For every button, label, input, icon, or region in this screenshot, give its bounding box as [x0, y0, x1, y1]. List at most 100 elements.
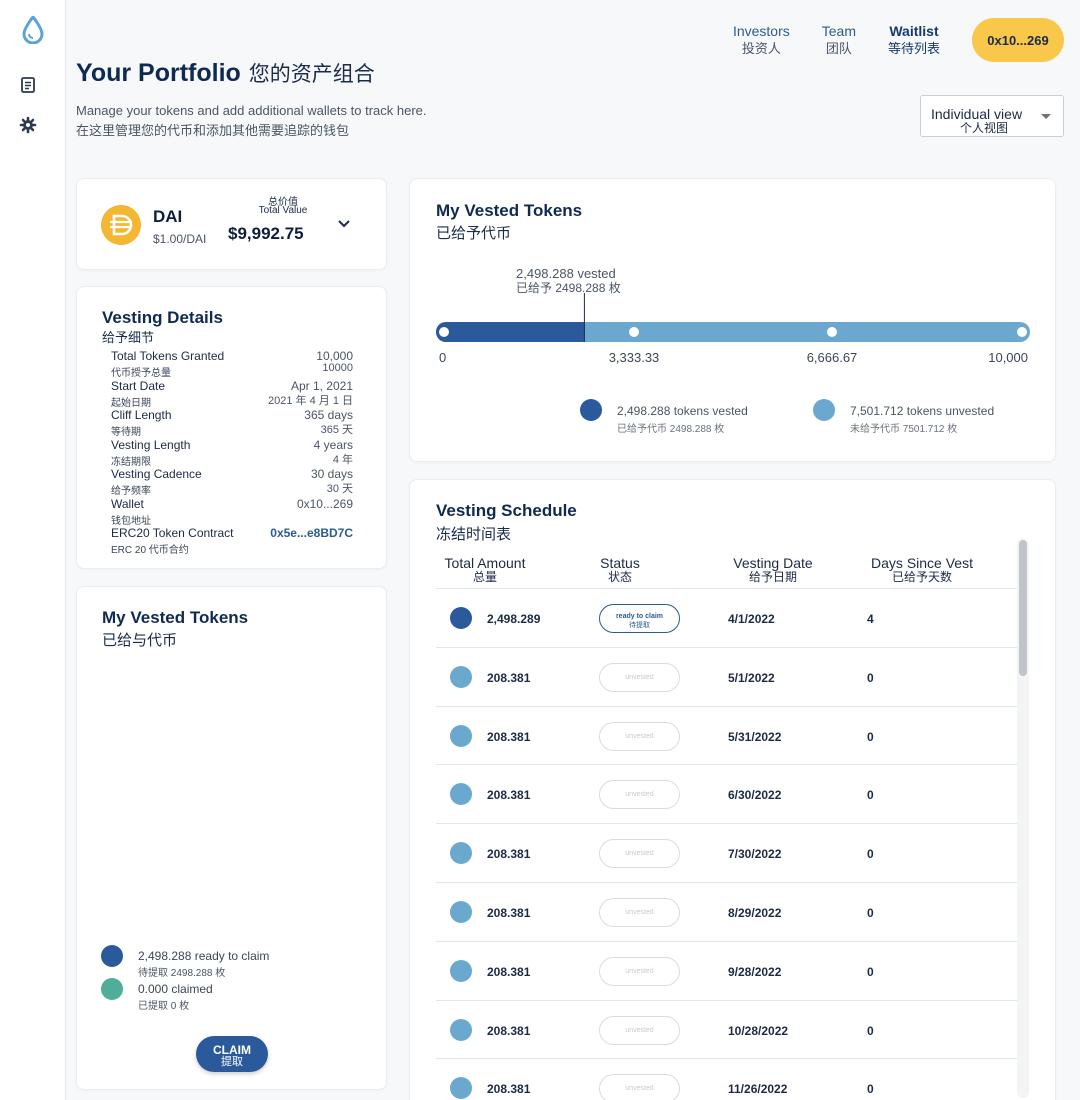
legend-unvested-text: 7,501.712 tokens unvested: [850, 404, 995, 418]
vesting-progress-chart: 0 3,333.33 6,666.67 10,000: [436, 293, 1030, 421]
header-days-since-vest: Days Since Vest 已给予天数: [864, 556, 980, 584]
tick-dot: [1017, 327, 1027, 337]
nav-investors-label: Investors: [732, 23, 790, 39]
status-badge: unvested: [599, 956, 680, 986]
table-body: 2,498.289 ready to claim 待提取 4/1/2022 4 208.3…: [436, 589, 1017, 1100]
ready-to-claim-text-zh: 待提取 2498.288 枚: [138, 968, 226, 979]
claim-button-label-zh: 提取: [221, 1056, 243, 1068]
document-icon[interactable]: [19, 76, 37, 94]
ready-legend-dot: [101, 945, 123, 967]
header-days-since-vest-zh: 已给予天数: [891, 570, 952, 584]
nav-waitlist[interactable]: Waitlist 等待列表: [888, 23, 940, 57]
row-vesting-date: 7/30/2022: [728, 847, 782, 862]
header-vesting-date-en: Vesting Date: [733, 555, 813, 571]
page-title-zh: 您的资产组合: [248, 63, 375, 86]
table-row: 208.381 unvested 9/28/2022 0: [436, 942, 1017, 1001]
row-days-since-vest: 0: [867, 964, 874, 979]
ready-to-claim-text: 2,498.288 ready to claim: [138, 949, 270, 963]
detail-row: Vesting Cadence 给予频率 30 days 30 天: [111, 467, 353, 497]
row-vesting-date: 11/26/2022: [728, 1082, 788, 1097]
detail-label-zh: 钱包地址: [111, 515, 151, 527]
legend-unvested-text-zh: 未给予代币 7501.712 枚: [850, 424, 958, 435]
row-days-since-vest: 0: [867, 729, 874, 744]
claimed-text-zh: 已提取 0 枚: [138, 1001, 190, 1012]
table-row: 208.381 unvested 10/28/2022 0: [436, 1001, 1017, 1060]
page-subtitle-zh: 在这里管理您的代币和添加其他需要追踪的钱包: [76, 123, 350, 138]
view-select[interactable]: Individual view 个人视图: [920, 95, 1064, 137]
chevron-down-icon[interactable]: [337, 219, 351, 229]
row-days-since-vest: 0: [867, 905, 874, 920]
detail-value[interactable]: 0x5e...e8BD7C: [270, 526, 353, 540]
detail-value: 30 days: [310, 467, 353, 481]
vesting-schedule-title-zh: 冻结时间表: [436, 526, 512, 543]
row-days-since-vest: 0: [867, 788, 874, 803]
row-vesting-date: 8/29/2022: [728, 905, 782, 920]
header-status-en: Status: [600, 555, 640, 571]
row-amount: 208.381: [487, 847, 531, 862]
status-badge: unvested: [599, 897, 680, 927]
vested-progress-card: My Vested Tokens 已给予代币 2,498.288 vested …: [409, 178, 1056, 462]
row-status-dot: [450, 783, 472, 806]
row-amount: 208.381: [487, 670, 531, 685]
page-title-en: Your Portfolio: [76, 59, 241, 87]
detail-label: ERC20 Token Contract: [111, 526, 234, 540]
detail-value-zh: 4 年: [332, 453, 353, 466]
table-row: 208.381 unvested 7/30/2022 0: [436, 824, 1017, 883]
row-status-dot: [450, 900, 472, 923]
row-status-dot: [450, 959, 472, 982]
detail-value: 4 years: [313, 437, 353, 452]
row-status-dot: [450, 607, 472, 629]
nav-team[interactable]: Team 团队: [822, 23, 856, 57]
claim-button[interactable]: CLAIM 提取: [196, 1036, 268, 1072]
table-row: 208.381 unvested 8/29/2022 0: [436, 883, 1017, 942]
detail-label: Wallet: [111, 496, 144, 511]
drop-logo-icon[interactable]: [20, 16, 46, 44]
detail-value: 0x10...269: [296, 496, 353, 511]
detail-value-zh: 10000: [322, 362, 353, 374]
claim-button-label: CLAIM: [213, 1043, 251, 1057]
schedule-scrollbar[interactable]: [1019, 540, 1027, 676]
table-row: 208.381 unvested 6/30/2022 0: [436, 765, 1017, 825]
detail-label-zh: 代币授予总量: [111, 368, 171, 379]
total-value: $9,992.75: [228, 224, 304, 243]
detail-row: Start Date 起始日期 Apr 1, 2021 2021 年 4 月 1 日: [111, 379, 353, 409]
status-badge: unvested: [599, 1074, 680, 1100]
detail-label: Cliff Length: [111, 408, 172, 422]
wallet-button[interactable]: 0x10...269: [972, 18, 1064, 62]
table-row: 208.381 unvested 5/1/2022 0: [436, 648, 1017, 707]
status-badge: unvested: [599, 662, 680, 692]
row-vesting-date: 4/1/2022: [728, 612, 775, 626]
nav-waitlist-label: Waitlist: [889, 23, 939, 39]
vesting-details-list: Total Tokens Granted 代币授予总量 10,000 10000 Sta…: [111, 349, 353, 556]
nav-team-label-zh: 团队: [825, 41, 852, 56]
table-row: 208.381 unvested 5/31/2022 0: [436, 707, 1017, 766]
row-status-dot: [450, 724, 472, 747]
token-price: $1.00/DAI: [153, 232, 207, 246]
row-amount: 208.381: [487, 1023, 531, 1038]
header-total-amount-en: Total Amount: [444, 555, 526, 571]
tick-label: 6,666.67: [807, 350, 858, 365]
legend-vested-text: 2,498.288 tokens vested: [617, 404, 748, 418]
row-amount: 208.381: [487, 964, 531, 979]
nav-investors[interactable]: Investors 投资人: [733, 23, 790, 57]
detail-row: Wallet 钱包地址 0x10...269: [111, 497, 353, 527]
token-symbol: DAI: [153, 207, 183, 226]
nav-waitlist-label-zh: 等待列表: [887, 41, 940, 56]
claimed-legend-dot: [101, 978, 123, 1000]
sidebar: [0, 0, 66, 1100]
detail-label-zh: 等待期: [111, 427, 141, 438]
row-amount: 2,498.289: [487, 612, 541, 626]
detail-label-zh: 冻结期限: [111, 456, 151, 468]
legend-unvested-dot: [813, 399, 835, 421]
row-vesting-date: 6/30/2022: [728, 788, 782, 803]
status-badge: unvested: [599, 780, 680, 810]
detail-label: Vesting Cadence: [111, 467, 202, 481]
status-badge[interactable]: ready to claim 待提取: [599, 604, 680, 633]
vesting-details-card: Vesting Details 给予细节 Total Tokens Grante…: [76, 286, 387, 569]
detail-row: Vesting Length 冻结期限 4 years 4 年: [111, 438, 353, 468]
view-select-label-zh: 个人视图: [960, 121, 1009, 135]
gear-icon[interactable]: [19, 116, 37, 134]
caret-down-icon: [1041, 114, 1051, 119]
tick-label: 10,000: [988, 350, 1028, 365]
detail-label: Total Tokens Granted: [111, 349, 225, 363]
